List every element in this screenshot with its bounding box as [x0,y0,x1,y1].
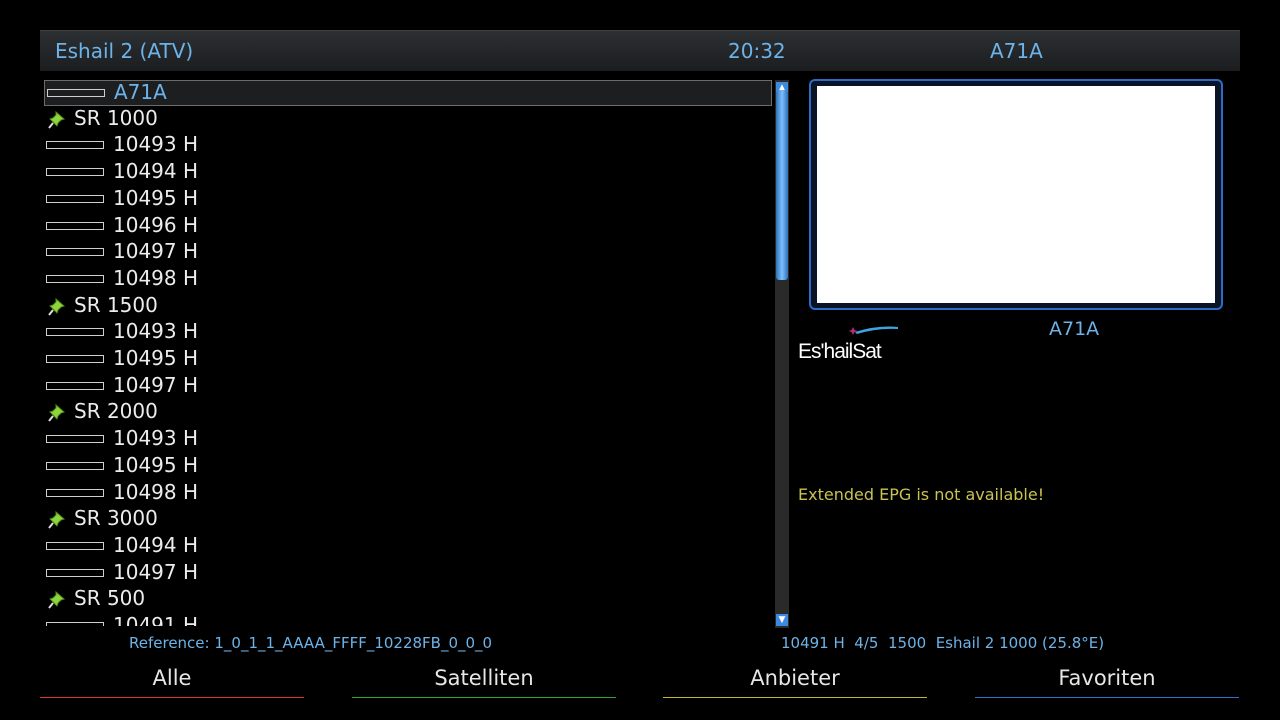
bouquet-row[interactable]: SR 2000 [44,399,772,426]
scrollbar[interactable]: ▲ ▼ [775,80,789,628]
channel-row[interactable]: 10496 H [44,213,772,240]
bouquet-row[interactable]: SR 1500 [44,293,772,320]
yellow-button-label: Anbieter [750,666,840,690]
row-label: SR 3000 [74,506,158,530]
channel-row[interactable]: 10493 H [44,319,772,346]
row-label: SR 1500 [74,293,158,317]
row-label: 10495 H [113,453,199,477]
channel-row[interactable]: A71A [44,80,772,106]
bouquet-row[interactable]: SR 500 [44,586,772,613]
row-label: 10495 H [113,186,199,210]
channel-row[interactable]: 10493 H [44,426,772,453]
pushpin-icon [48,590,65,609]
signal-bar-icon [46,248,104,256]
bouquet-row[interactable]: SR 1000 [44,106,772,133]
signal-bar-icon [46,141,104,149]
row-label: 10493 H [113,319,199,343]
channel-row[interactable]: 10494 H [44,159,772,186]
row-label: 10493 H [113,426,199,450]
pushpin-icon [48,510,65,529]
title-bar: Eshail 2 (ATV) 20:32 A71A [40,30,1240,71]
yellow-button-providers[interactable]: Anbieter [663,664,927,698]
service-reference: Reference: 1_0_1_1_AAAA_FFFF_10228FB_0_0… [129,634,493,652]
channel-row[interactable]: 10497 H [44,560,772,587]
signal-bar-icon [46,168,104,176]
row-label: 10497 H [113,373,199,397]
channel-row[interactable]: 10498 H [44,480,772,507]
blue-button-label: Favoriten [1058,666,1156,690]
row-label: 10493 H [113,132,199,156]
row-label: 10498 H [113,266,199,290]
scrollbar-thumb[interactable] [776,90,788,280]
red-button-all[interactable]: Alle [40,664,304,698]
pushpin-icon [48,403,65,422]
row-label: 10491 H [113,613,199,626]
clock: 20:32 [728,39,786,63]
signal-bar-icon [46,462,104,470]
channel-row[interactable]: 10495 H [44,186,772,213]
svg-text:Es'hailSat: Es'hailSat [798,340,882,363]
signal-bar-icon [46,435,104,443]
channel-row[interactable]: 10498 H [44,266,772,293]
row-label: A71A [114,80,167,104]
channel-row[interactable]: 10495 H [44,346,772,373]
signal-bar-icon [46,275,104,283]
channel-row[interactable]: 10495 H [44,453,772,480]
channel-row[interactable]: 10493 H [44,132,772,159]
channel-row[interactable]: 10497 H [44,373,772,400]
row-label: 10494 H [113,159,199,183]
channel-list[interactable]: A71A SR 1000 10493 H 10494 H 10495 H 10496 H1… [44,80,774,626]
row-label: 10497 H [113,239,199,263]
channel-row[interactable]: 10494 H [44,533,772,560]
row-label: 10496 H [113,213,199,237]
pushpin-icon [48,110,65,129]
signal-bar-icon [46,382,104,390]
pushpin-icon [48,297,65,316]
video-preview [809,79,1223,310]
preview-screen [817,86,1215,303]
channel-row[interactable]: 10491 H [44,613,772,626]
arrow-down-icon[interactable]: ▼ [776,614,788,626]
signal-bar-icon [46,489,104,497]
row-label: SR 500 [74,586,146,610]
row-label: SR 1000 [74,106,158,130]
green-button-label: Satelliten [434,666,534,690]
row-label: 10494 H [113,533,199,557]
current-channel-name: A71A [990,39,1043,63]
bouquet-title: Eshail 2 (ATV) [55,39,194,63]
green-button-satellites[interactable]: Satelliten [352,664,616,698]
signal-bar-icon [46,542,104,550]
eshailsat-logo: Es'hailSat [798,326,898,363]
signal-bar-icon [46,195,104,203]
signal-bar-icon [46,622,104,626]
signal-bar-icon [46,355,104,363]
transponder-info: 10491 H 4/5 1500 Eshail 2 1000 (25.8°E) [781,634,1105,652]
row-label: SR 2000 [74,399,158,423]
signal-bar-icon [47,89,105,97]
epg-message: Extended EPG is not available! [798,485,1045,504]
signal-bar-icon [46,569,104,577]
row-label: 10498 H [113,480,199,504]
channel-row[interactable]: 10497 H [44,239,772,266]
blue-button-favorites[interactable]: Favoriten [975,664,1239,698]
bouquet-row[interactable]: SR 3000 [44,506,772,533]
preview-channel-name: A71A [1049,318,1100,340]
signal-bar-icon [46,328,104,336]
row-label: 10495 H [113,346,199,370]
signal-bar-icon [46,222,104,230]
row-label: 10497 H [113,560,199,584]
red-button-label: Alle [152,666,192,690]
